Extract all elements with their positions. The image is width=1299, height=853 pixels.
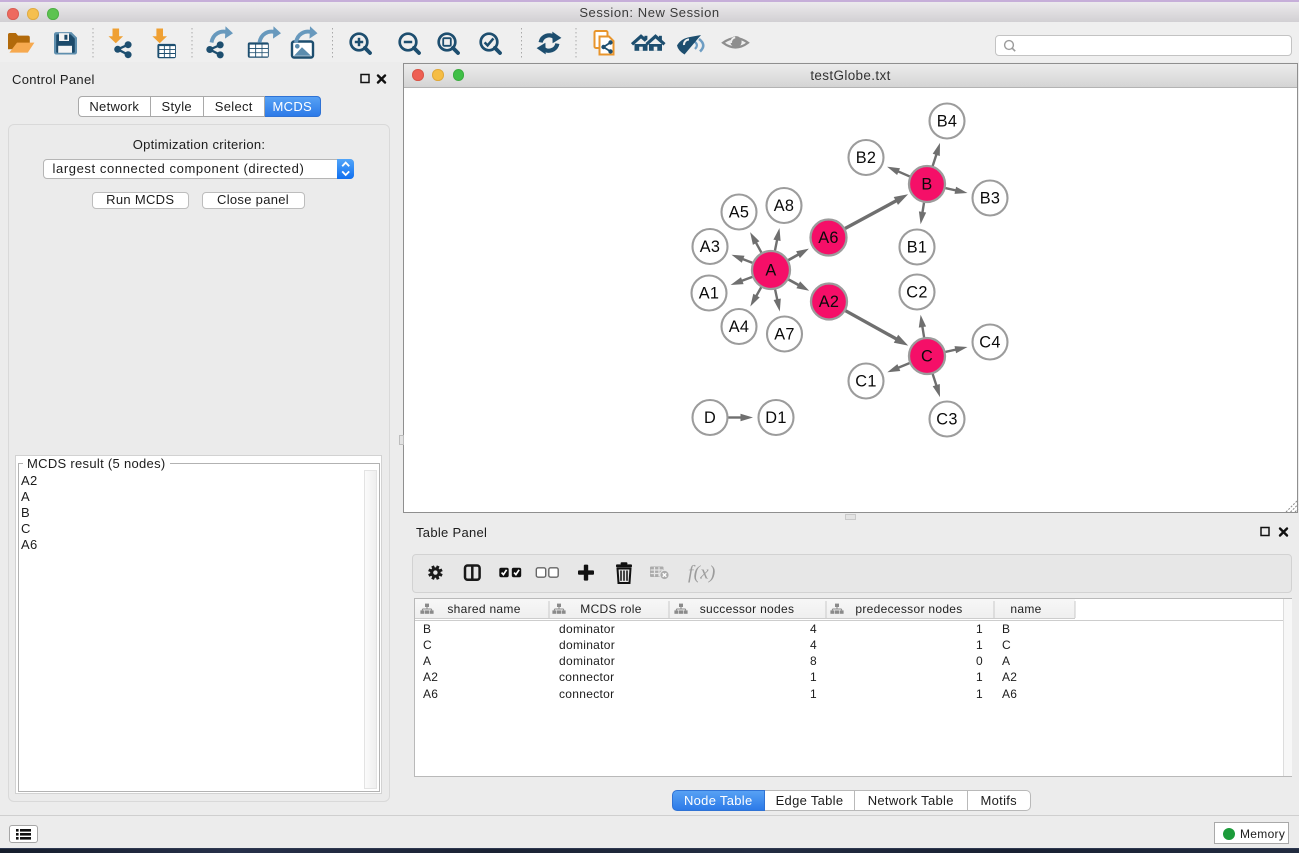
svg-text:A8: A8 xyxy=(774,197,795,215)
svg-text:B2: B2 xyxy=(856,149,877,167)
svg-text:B1: B1 xyxy=(907,238,928,256)
svg-text:D1: D1 xyxy=(765,409,786,427)
svg-text:C2: C2 xyxy=(906,283,927,301)
svg-text:D: D xyxy=(704,409,716,427)
svg-text:A: A xyxy=(765,261,776,279)
svg-text:B4: B4 xyxy=(937,112,958,130)
svg-text:A1: A1 xyxy=(699,284,720,302)
svg-text:C4: C4 xyxy=(979,333,1000,351)
svg-text:f(x): f(x) xyxy=(688,563,716,584)
svg-text:A7: A7 xyxy=(774,325,795,343)
svg-text:B3: B3 xyxy=(980,189,1001,207)
svg-text:C1: C1 xyxy=(855,372,876,390)
svg-text:C3: C3 xyxy=(936,410,957,428)
svg-text:A5: A5 xyxy=(729,203,750,221)
svg-text:C: C xyxy=(921,347,933,365)
svg-text:A4: A4 xyxy=(729,318,750,336)
svg-text:A2: A2 xyxy=(819,293,840,311)
svg-text:A3: A3 xyxy=(700,238,721,256)
svg-text:B: B xyxy=(921,175,932,193)
svg-text:A6: A6 xyxy=(818,229,839,247)
